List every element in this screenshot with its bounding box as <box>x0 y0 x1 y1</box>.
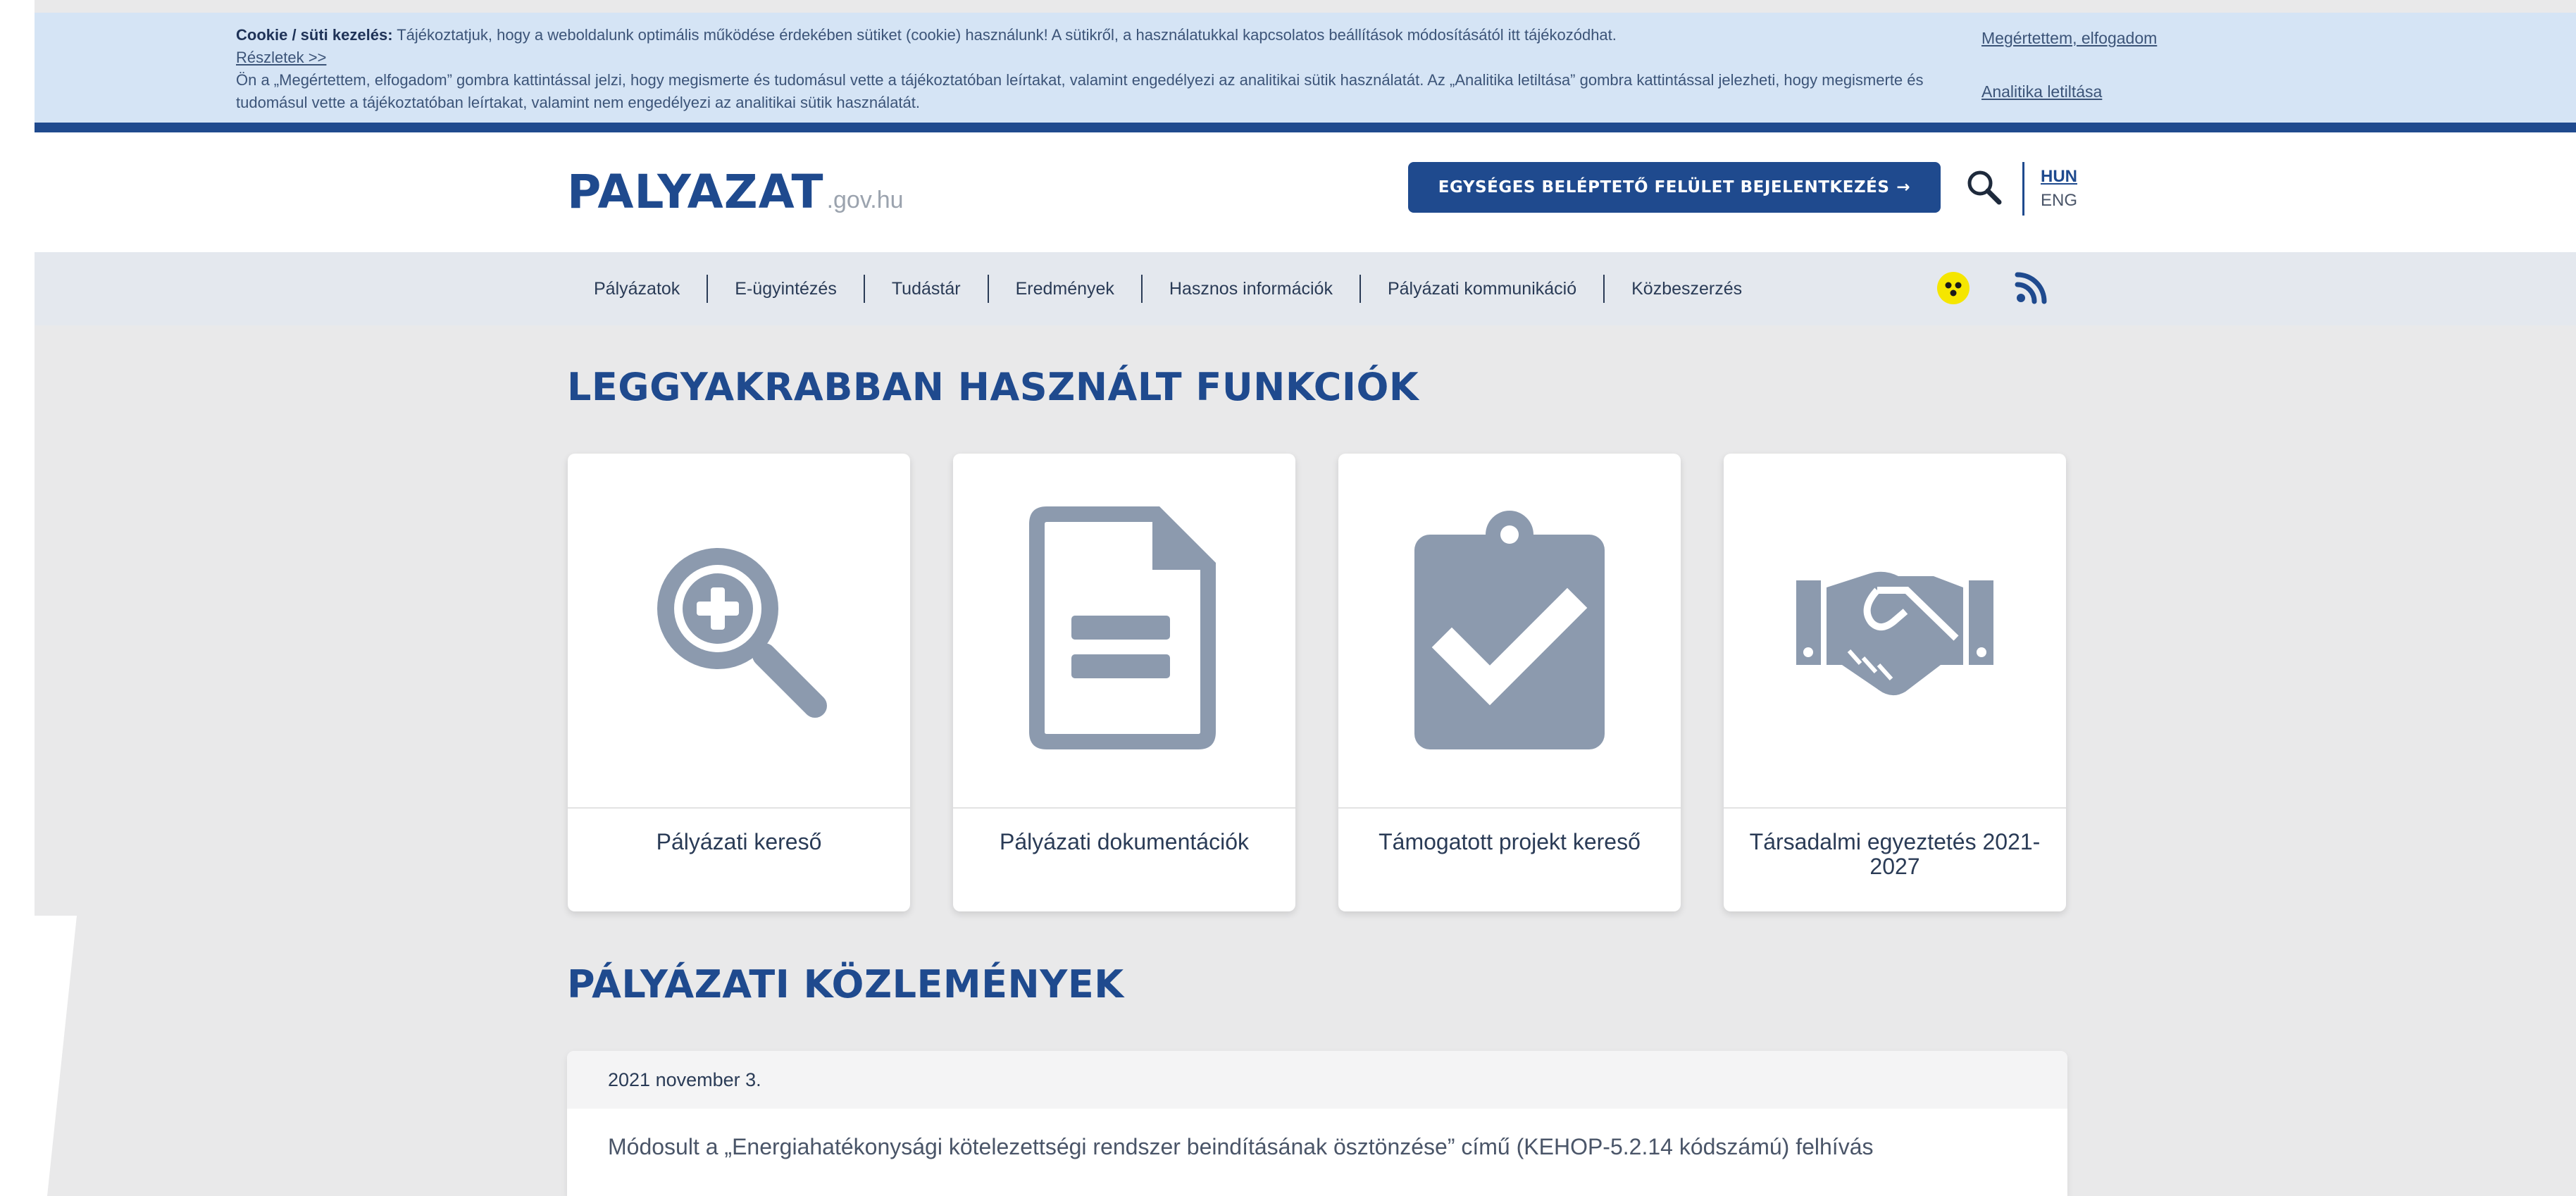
rss-icon[interactable] <box>2015 270 2048 304</box>
notices-section-title: PÁLYÁZATI KÖZLEMÉNYEK <box>567 962 1124 1007</box>
arrow-right-icon: → <box>1896 178 1911 197</box>
cookie-disable-analytics-link[interactable]: Analitika letiltása <box>1981 80 2157 103</box>
card-divider <box>1338 807 1681 809</box>
nav-item-kozbeszerzes[interactable]: Közbeszerzés <box>1603 275 1769 303</box>
cookie-details-link[interactable]: Részletek >> <box>236 49 326 66</box>
notice-date: 2021 november 3. <box>567 1051 2067 1109</box>
accessibility-icon[interactable] <box>1936 270 1971 306</box>
card-palyazati-kereso[interactable]: Pályázati kereső <box>568 454 910 911</box>
nav-item-eredmenyek[interactable]: Eredmények <box>987 275 1141 303</box>
cookie-consent-text: Ön a „Megértettem, elfogadom” gombra kat… <box>236 71 1924 111</box>
background-decoration <box>35 916 77 1196</box>
login-button-label: EGYSÉGES BELÉPTETŐ FELÜLET BEJELENTKEZÉS <box>1438 178 1890 197</box>
card-divider <box>953 807 1295 809</box>
card-tamogatott-projekt-kereso[interactable]: Támogatott projekt kereső <box>1338 454 1681 911</box>
nav-item-tudastar[interactable]: Tudástár <box>863 275 988 303</box>
card-label: Társadalmi egyeztetés 2021-2027 <box>1749 829 2041 879</box>
site-logo[interactable]: PALYAZAT .gov.hu <box>567 165 904 219</box>
login-button[interactable]: EGYSÉGES BELÉPTETŐ FELÜLET BEJELENTKEZÉS… <box>1408 162 1941 213</box>
logo-main-text: PALYAZAT <box>567 165 824 219</box>
lang-divider <box>2022 162 2024 216</box>
clipboard-check-icon <box>1338 503 1681 756</box>
notice-text[interactable]: Módosult a „Energiahatékonysági köteleze… <box>567 1109 2067 1185</box>
card-label: Pályázati kereső <box>656 829 822 854</box>
lang-hun-link[interactable]: HUN <box>2041 165 2077 189</box>
main-nav: Pályázatok E-ügyintézés Tudástár Eredmén… <box>35 252 2576 325</box>
site-header: PALYAZAT .gov.hu EGYSÉGES BELÉPTETŐ FELÜ… <box>35 132 2576 252</box>
search-icon[interactable] <box>1965 168 2004 207</box>
card-divider <box>1724 807 2066 809</box>
nav-item-e-ugyintezes[interactable]: E-ügyintézés <box>707 275 864 303</box>
cookie-title: Cookie / süti kezelés: <box>236 26 393 44</box>
cookie-info-text: Tájékoztatjuk, hogy a weboldalunk optimá… <box>392 26 1617 44</box>
nav-item-hasznos-informaciok[interactable]: Hasznos információk <box>1140 275 1359 303</box>
cookie-actions: Megértettem, elfogadom Analitika letiltá… <box>1981 27 2157 103</box>
nav-item-palyazatok[interactable]: Pályázatok <box>594 275 707 303</box>
cookie-banner: Cookie / süti kezelés: Tájékoztatjuk, ho… <box>35 13 2576 123</box>
functions-section-title: LEGGYAKRABBAN HASZNÁLT FUNKCIÓK <box>567 365 1419 409</box>
nav-items: Pályázatok E-ügyintézés Tudástár Eredmén… <box>594 275 1769 303</box>
card-label: Támogatott projekt kereső <box>1379 829 1641 854</box>
logo-domain-text: .gov.hu <box>826 187 904 213</box>
nav-item-palyazati-kommunikacio[interactable]: Pályázati kommunikáció <box>1359 275 1603 303</box>
lang-eng-link[interactable]: ENG <box>2041 189 2077 213</box>
handshake-icon <box>1724 503 2066 756</box>
card-divider <box>568 807 910 809</box>
card-label: Pályázati dokumentációk <box>1000 829 1249 854</box>
cookie-text: Cookie / süti kezelés: Tájékoztatjuk, ho… <box>236 24 1941 114</box>
cookie-border <box>35 123 2576 132</box>
search-plus-icon <box>568 503 910 756</box>
cookie-accept-link[interactable]: Megértettem, elfogadom <box>1981 27 2157 49</box>
card-palyazati-dokumentaciok[interactable]: Pályázati dokumentációk <box>953 454 1295 911</box>
language-switcher: HUN ENG <box>2041 165 2077 213</box>
card-tarsadalmi-egyeztetes[interactable]: Társadalmi egyeztetés 2021-2027 <box>1724 454 2066 911</box>
notice-card[interactable]: 2021 november 3. Módosult a „Energiahaté… <box>567 1051 2067 1196</box>
document-icon <box>953 503 1295 756</box>
